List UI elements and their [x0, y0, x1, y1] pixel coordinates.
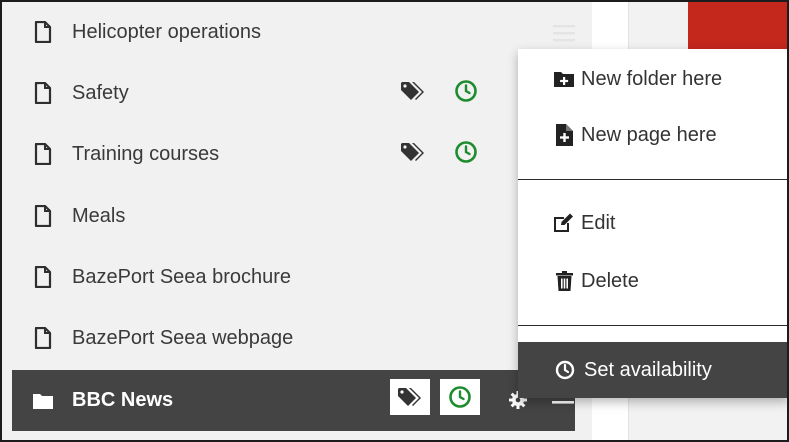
drag-handle-icon[interactable] — [553, 24, 575, 42]
page-tree: Helicopter operations Safety Training co… — [2, 2, 592, 440]
folder-plus-icon — [553, 68, 575, 90]
clock-icon[interactable] — [454, 140, 480, 166]
tree-item-label: Meals — [72, 204, 126, 227]
tree-item-meals[interactable]: Meals — [12, 188, 575, 244]
new-page-button[interactable]: New page here — [518, 107, 787, 163]
new-folder-label: New folder here — [581, 67, 723, 90]
tags-button[interactable] — [390, 379, 430, 415]
delete-button[interactable]: Delete — [518, 253, 787, 309]
file-icon — [28, 262, 58, 292]
tree-item-label: Safety — [72, 81, 129, 104]
set-availability-button[interactable]: Set availability — [518, 342, 787, 398]
delete-label: Delete — [581, 269, 639, 292]
tree-item-bbc-news[interactable]: BBC News — [12, 370, 575, 431]
tree-item-training-courses[interactable]: Training courses — [12, 126, 575, 182]
edit-button[interactable]: Edit — [518, 195, 787, 251]
file-plus-icon — [553, 124, 575, 146]
menu-divider — [518, 325, 787, 326]
new-folder-button[interactable]: New folder here — [518, 51, 787, 107]
edit-label: Edit — [581, 211, 616, 234]
file-icon — [28, 139, 58, 169]
clock-icon — [554, 359, 576, 381]
set-availability-label: Set availability — [584, 358, 712, 381]
edit-icon — [553, 212, 575, 234]
file-icon — [28, 323, 58, 353]
tree-item-label: BazePort Seea brochure — [72, 265, 292, 288]
tags-icon[interactable] — [400, 141, 424, 165]
context-menu: New folder here New page here Edit Delet… — [518, 49, 787, 398]
app-frame: Helicopter operations Safety Training co… — [0, 0, 789, 442]
folder-icon — [28, 386, 58, 416]
file-icon — [28, 17, 58, 47]
menu-divider — [518, 179, 787, 180]
file-icon — [28, 201, 58, 231]
tree-item-safety[interactable]: Safety — [12, 65, 575, 121]
tree-item-bazeport-seea-brochure[interactable]: BazePort Seea brochure — [12, 249, 575, 305]
tree-item-label: BBC News — [72, 389, 174, 411]
file-icon — [28, 78, 58, 108]
clock-icon[interactable] — [454, 79, 480, 105]
tags-icon[interactable] — [400, 80, 424, 104]
tree-item-bazeport-seea-webpage[interactable]: BazePort Seea webpage — [12, 310, 575, 366]
tree-item-label: BazePort Seea webpage — [72, 326, 294, 349]
tags-icon — [398, 388, 421, 406]
tree-item-helicopter-operations[interactable]: Helicopter operations — [12, 4, 575, 60]
clock-icon — [449, 386, 471, 408]
new-page-label: New page here — [581, 123, 717, 146]
trash-icon — [553, 270, 575, 292]
tree-item-label: Helicopter operations — [72, 20, 261, 43]
tree-item-label: Training courses — [72, 142, 220, 165]
availability-button[interactable] — [440, 379, 480, 415]
